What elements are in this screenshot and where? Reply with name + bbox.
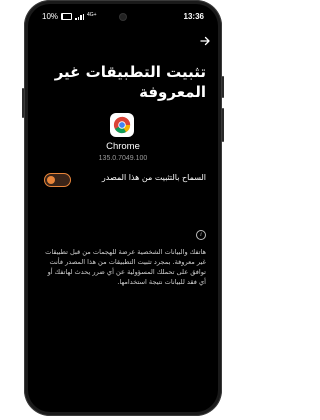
chrome-icon — [110, 113, 134, 137]
side-button — [222, 108, 224, 142]
toggle-thumb — [47, 176, 55, 184]
security-warning-text: هاتفك والبيانات الشخصية عرضة للهجمات من … — [45, 248, 206, 286]
arrow-icon[interactable] — [200, 36, 210, 48]
app-name: Chrome — [106, 141, 140, 152]
battery-icon — [61, 13, 73, 20]
chrome-logo — [113, 116, 131, 134]
screen: 10% 4G+ 13:36 تثبيت التطبيقات غير المعرو… — [28, 4, 218, 412]
clock: 13:36 — [183, 12, 204, 21]
phone-frame: 10% 4G+ 13:36 تثبيت التطبيقات غير المعرو… — [22, 0, 224, 416]
allow-install-setting[interactable]: السماح بالتثبيت من هذا المصدر — [38, 170, 208, 190]
allow-install-toggle[interactable] — [44, 173, 71, 187]
signal-icon — [75, 13, 85, 20]
battery-level — [62, 14, 64, 19]
battery-percent: 10% — [42, 12, 59, 21]
page-title: تثبيت التطبيقات غير المعروفة — [54, 63, 206, 101]
arrow-icon-glyph — [200, 36, 210, 46]
info-icon: i — [196, 230, 206, 240]
app-version: 135.0.7049.100 — [98, 155, 148, 162]
allow-install-label: السماح بالتثبيت من هذا المصدر — [101, 173, 206, 182]
side-button — [22, 88, 24, 118]
side-button — [222, 76, 224, 98]
network-label: 4G+ — [87, 11, 97, 18]
status-left: 10% 4G+ — [42, 11, 97, 22]
front-camera — [120, 14, 126, 20]
